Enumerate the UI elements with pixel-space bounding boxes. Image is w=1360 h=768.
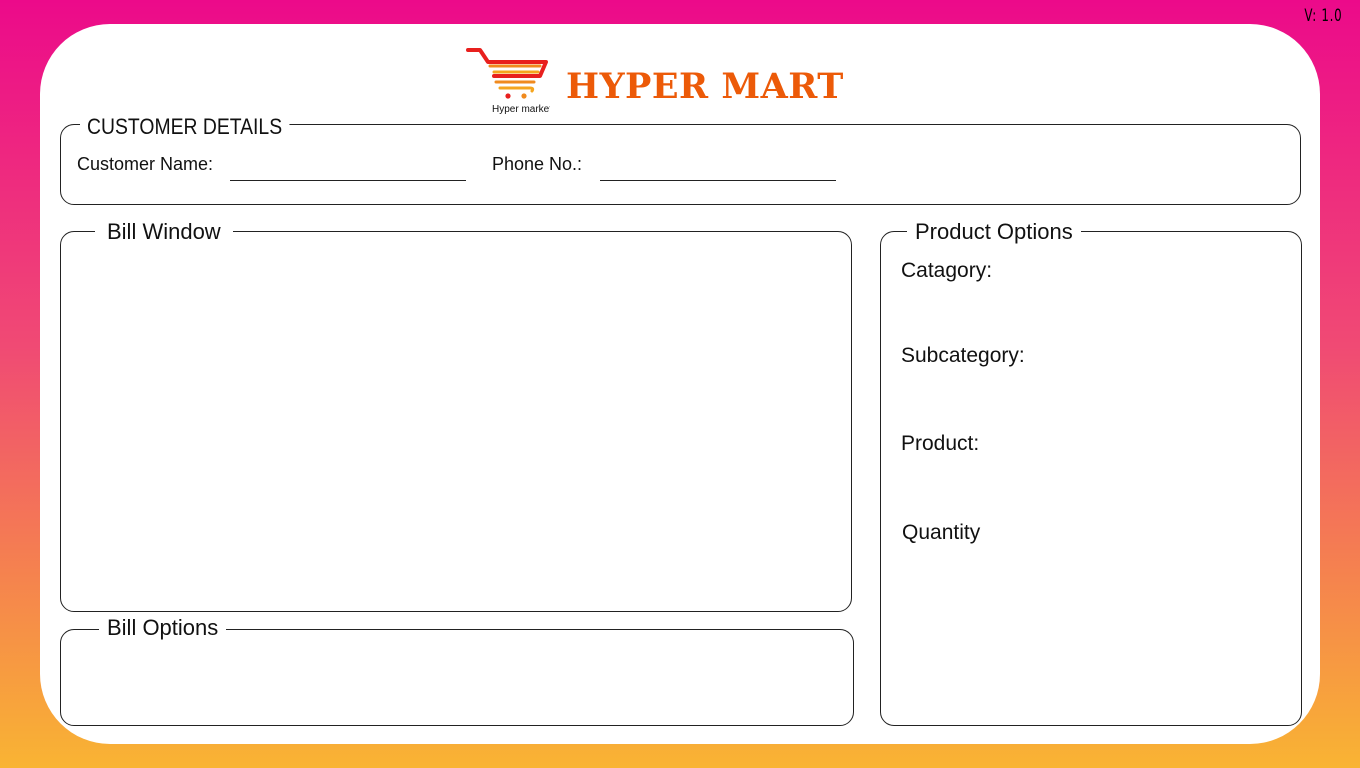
customer-details-legend: CUSTOMER DETAILS <box>80 114 290 140</box>
bill-options-legend: Bill Options <box>99 615 227 641</box>
category-label: Catagory: <box>901 259 993 282</box>
product-label: Product: <box>901 432 980 455</box>
bill-window-legend: Bill Window <box>95 219 233 245</box>
phone-field[interactable] <box>600 180 836 181</box>
bill-options-group <box>60 629 854 726</box>
product-options-legend: Product Options <box>907 219 1081 245</box>
logo-caption: Hyper market <box>492 104 550 115</box>
product-options-group <box>880 231 1302 726</box>
app-brand-title: HYPER MART <box>566 66 844 107</box>
subcategory-label: Subcategory: <box>901 344 1025 367</box>
quantity-label: Quantity <box>902 521 981 544</box>
customer-name-field[interactable] <box>230 180 466 181</box>
bill-text-area[interactable] <box>66 250 846 605</box>
phone-label: Phone No.: <box>492 154 583 174</box>
shopping-cart-logo-icon: Hyper market <box>466 48 550 115</box>
version-label: V: 1.0 <box>1303 6 1342 26</box>
customer-name-label: Customer Name: <box>77 154 214 174</box>
